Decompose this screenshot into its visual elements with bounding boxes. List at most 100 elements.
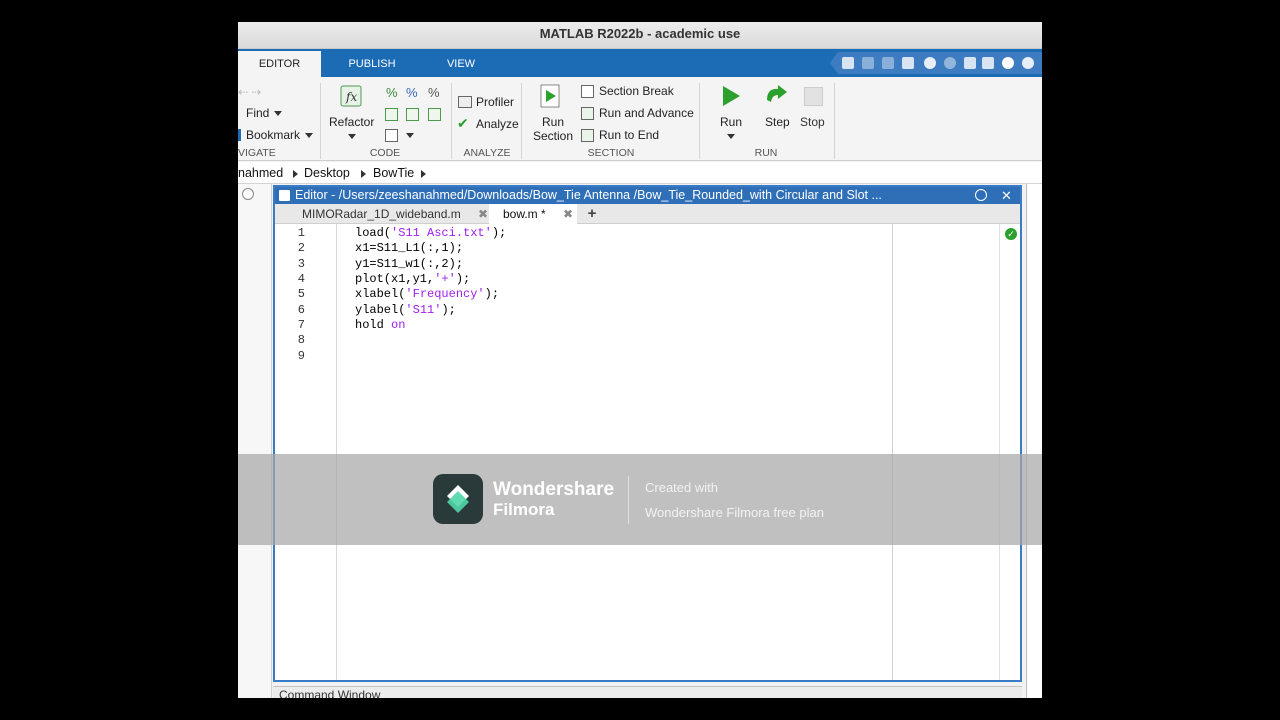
code-token: load( <box>355 226 392 240</box>
refactor-button[interactable]: Refactor <box>329 115 374 129</box>
tab-publish[interactable]: PUBLISH <box>333 51 411 77</box>
help-icon[interactable] <box>1002 57 1014 69</box>
command-window-header[interactable]: Command Window <box>273 686 1022 698</box>
run-and-advance-button[interactable]: Run and Advance <box>599 106 694 120</box>
code-string: 'S11 Asci.txt' <box>391 226 492 240</box>
code-line[interactable]: load('S11 Asci.txt'); <box>355 226 506 240</box>
stop-icon[interactable] <box>804 87 823 106</box>
breadcrumb-separator-icon[interactable] <box>421 170 426 178</box>
code-token: ); <box>441 302 456 317</box>
code-token: xlabel( <box>355 287 406 302</box>
section-break-button[interactable]: Section Break <box>599 84 674 98</box>
indent-icon[interactable] <box>406 108 419 121</box>
line-number: 9 <box>297 348 305 363</box>
breadcrumb-item[interactable]: Desktop <box>304 162 350 184</box>
outdent-icon[interactable] <box>428 108 441 121</box>
toolstrip-ribbon: ⇠ ⇢ Find Bookmark VIGATE fx Refactor % %… <box>238 77 1042 161</box>
run-section-label-1[interactable]: Run <box>542 115 564 129</box>
switch-windows-icon[interactable] <box>964 57 976 69</box>
tab-label: MIMORadar_1D_wideband.m <box>302 207 461 221</box>
step-button[interactable]: Step <box>765 115 790 129</box>
matlab-window: MATLAB R2022b - academic use EDITOR PUBL… <box>238 22 1042 698</box>
panel-menu-icon[interactable] <box>242 188 254 200</box>
profiler-icon[interactable] <box>458 96 472 108</box>
stop-button[interactable]: Stop <box>800 115 825 129</box>
run-section-label-2[interactable]: Section <box>533 129 573 143</box>
message-bar: ✓ <box>999 224 1020 680</box>
bookmark-dropdown-icon[interactable] <box>305 133 313 138</box>
editor-title-bar: Editor - /Users/zeeshanahmed/Downloads/B… <box>275 187 1020 204</box>
code-line[interactable]: xlabel('Frequency'); <box>355 287 499 301</box>
back-arrow-icon[interactable]: ⇠ ⇢ <box>238 85 261 99</box>
run-section-icon[interactable] <box>539 83 563 109</box>
cut-icon[interactable] <box>862 57 874 69</box>
refactor-dropdown-icon[interactable] <box>348 134 356 139</box>
code-string: 'Frequency' <box>405 287 485 302</box>
editor-panel: Editor - /Users/zeeshanahmed/Downloads/B… <box>273 185 1022 682</box>
layout-icon[interactable] <box>982 57 994 69</box>
step-icon[interactable] <box>764 84 790 108</box>
run-and-advance-icon[interactable] <box>581 107 594 120</box>
redo-icon[interactable] <box>944 57 956 69</box>
paste-icon[interactable] <box>902 57 914 69</box>
tab-close-icon[interactable]: ✖ <box>563 204 573 224</box>
run-dropdown-icon[interactable] <box>727 134 735 139</box>
options-icon[interactable] <box>1022 57 1034 69</box>
uncomment-icon[interactable]: % <box>428 85 440 100</box>
undo-icon[interactable] <box>924 57 936 69</box>
right-margin-line <box>892 224 893 680</box>
code-line[interactable]: ylabel('S11'); <box>355 303 456 317</box>
tab-bow[interactable]: bow.m * ✖ <box>489 204 577 224</box>
add-tab-button[interactable]: + <box>581 204 603 224</box>
comment-icon[interactable]: % <box>386 85 398 100</box>
editor-menu-icon[interactable] <box>975 189 987 201</box>
line-number: 3 <box>297 256 305 271</box>
current-folder-bar: nahmed Desktop BowTie <box>238 162 1042 184</box>
toolstrip-tabs: EDITOR PUBLISH VIEW <box>238 49 1042 77</box>
wrap-comments-icon[interactable]: % <box>406 85 418 100</box>
code-line[interactable]: x1=S11_L1(:,1); <box>355 241 463 255</box>
code-token: ); <box>491 226 507 240</box>
line-number: 1 <box>297 226 305 240</box>
find-dropdown-icon[interactable] <box>274 111 282 116</box>
copy-icon[interactable] <box>882 57 894 69</box>
breadcrumb-item[interactable]: BowTie <box>373 162 414 184</box>
code-token: plot(x1,y1, <box>355 272 435 287</box>
insert-icon[interactable] <box>385 108 398 121</box>
tab-view[interactable]: VIEW <box>421 51 501 77</box>
code-area[interactable]: 123456789 load('S11 Asci.txt'); x1=S11_L1… <box>275 224 1020 680</box>
run-button[interactable]: Run <box>720 115 742 129</box>
section-break-icon[interactable] <box>581 85 594 98</box>
editor-doc-icon <box>279 190 290 201</box>
editor-title: Editor - /Users/zeeshanahmed/Downloads/B… <box>295 188 882 202</box>
tab-mimoradar[interactable]: MIMORadar_1D_wideband.m ✖ <box>275 204 489 224</box>
find-button[interactable]: Find <box>246 106 269 120</box>
tab-editor[interactable]: EDITOR <box>238 51 321 77</box>
line-number: 5 <box>297 287 305 302</box>
run-to-end-button[interactable]: Run to End <box>599 128 659 142</box>
analyze-button[interactable]: Analyze <box>476 117 519 131</box>
code-section-label: CODE <box>369 147 401 159</box>
code-ok-icon[interactable]: ✓ <box>1005 228 1017 240</box>
code-line[interactable]: y1=S11_w1(:,2); <box>355 257 463 271</box>
function-icon[interactable] <box>385 129 398 142</box>
line-number: 7 <box>297 318 305 333</box>
run-to-end-icon[interactable] <box>581 129 594 142</box>
code-line[interactable]: plot(x1,y1,'+'); <box>355 272 470 286</box>
function-dropdown-icon[interactable] <box>406 133 414 138</box>
profiler-button[interactable]: Profiler <box>476 95 514 109</box>
tab-close-icon[interactable]: ✖ <box>478 204 488 224</box>
save-icon[interactable] <box>842 57 854 69</box>
current-folder-panel <box>238 184 272 698</box>
breadcrumb-item[interactable]: nahmed <box>238 162 283 184</box>
editor-close-icon[interactable]: ✕ <box>1001 187 1012 204</box>
watermark-brand-1: Wondershare <box>493 479 615 500</box>
bookmark-button[interactable]: Bookmark <box>246 128 300 142</box>
line-number: 6 <box>297 302 305 317</box>
analyze-icon[interactable]: ✔ <box>457 115 469 132</box>
code-line[interactable]: hold on <box>355 318 405 332</box>
run-section-group-label: RUN <box>754 147 778 159</box>
run-icon[interactable] <box>719 84 743 108</box>
breadcrumb-separator-icon <box>361 170 366 178</box>
refactor-icon[interactable]: fx <box>338 83 364 109</box>
